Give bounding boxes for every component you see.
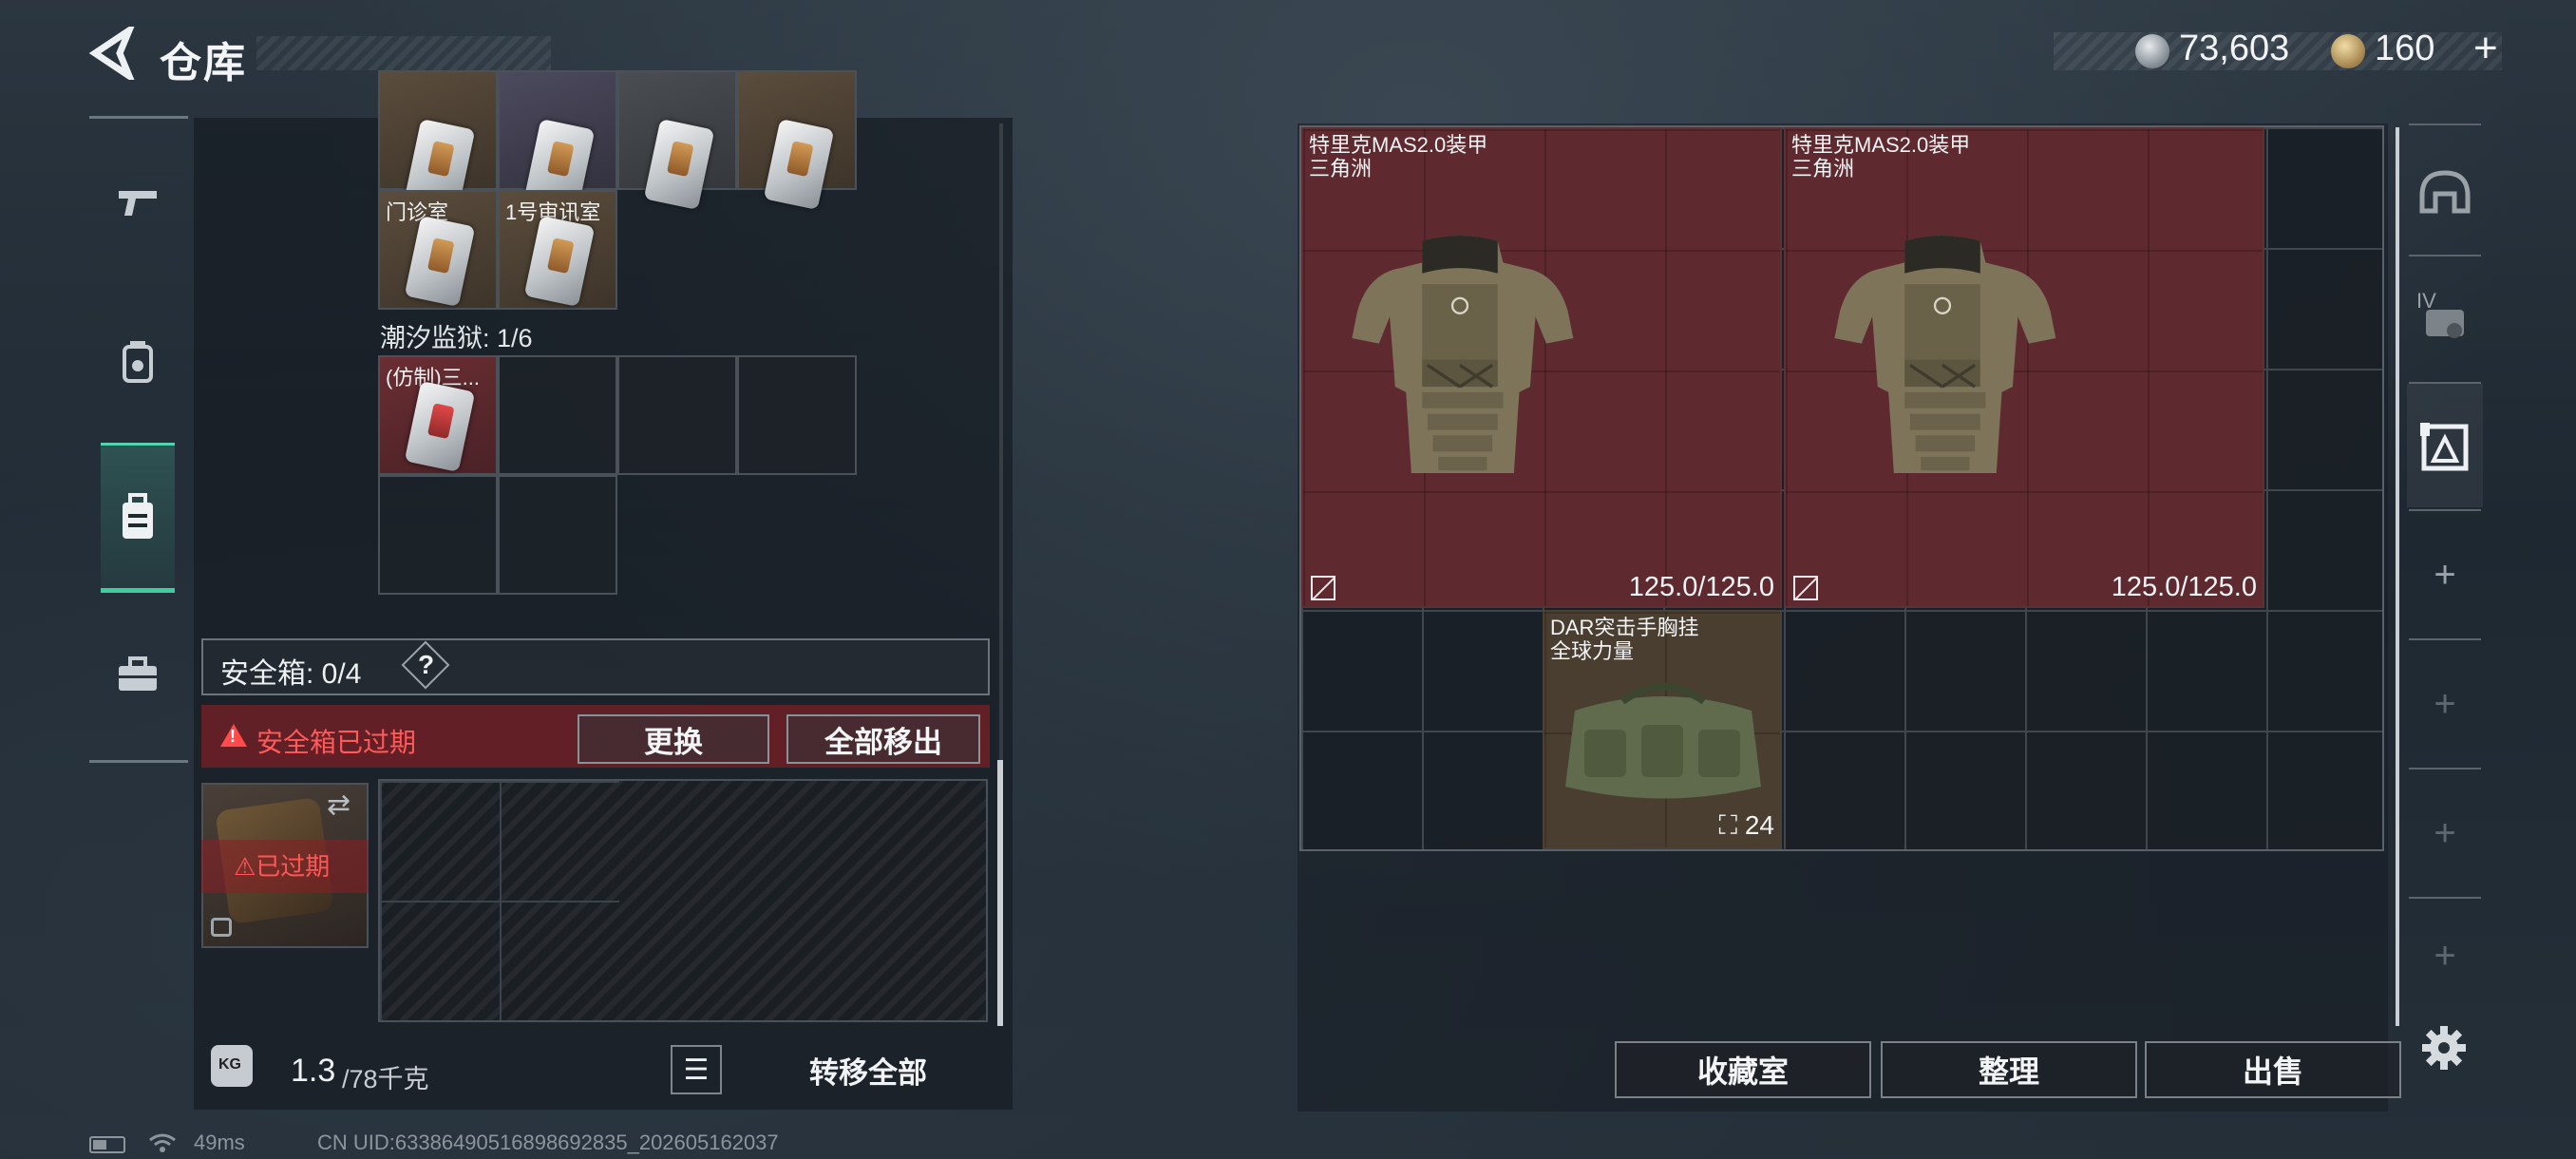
keycard-slot[interactable] [617, 70, 737, 211]
right-nav-chest-rig[interactable] [2409, 384, 2481, 511]
keycard-slot[interactable] [737, 70, 857, 211]
page-title: 仓库 [160, 40, 247, 86]
organize-button[interactable]: 整理 [1881, 1041, 2137, 1098]
sell-button[interactable]: 出售 [2145, 1041, 2401, 1098]
title-decoration [256, 36, 551, 70]
armor-image [1834, 236, 2056, 473]
keycard-slot[interactable] [498, 70, 617, 211]
right-nav-helmet[interactable] [2409, 129, 2481, 256]
right-nav-add-slot[interactable]: + [2409, 640, 2481, 768]
weight-current: 1.3 [291, 1053, 336, 1089]
item-durability: 125.0/125.0 [2111, 572, 2257, 602]
armor-image [1352, 236, 1574, 473]
silver-balance: 73,603 [2179, 28, 2290, 68]
keycard-slot[interactable]: 门诊室 [378, 190, 498, 310]
gold-coin-icon [2331, 34, 2365, 68]
right-nav-add-slot[interactable]: + [2409, 899, 2481, 1013]
keycard-image [404, 380, 476, 473]
wifi-icon [149, 1133, 176, 1152]
battery-level [93, 1140, 106, 1150]
list-icon: ☰ [683, 1054, 710, 1086]
nav-divider [89, 760, 188, 763]
add-currency-button[interactable]: + [2473, 25, 2498, 72]
item-source: 全球力量 [1550, 639, 1635, 663]
capacity-icon: ⛶ [1718, 810, 1745, 840]
silver-coin-icon [2135, 34, 2169, 68]
stash-item-armor[interactable]: 特里克MAS2.0装甲 三角洲 125.0/125.0 [1301, 127, 1782, 608]
capacity-value: 24 [1744, 810, 1774, 840]
empty-slot[interactable] [498, 475, 617, 595]
nav-divider [89, 116, 188, 119]
prison-section-label: 潮汐监狱: 1/6 [380, 324, 533, 352]
briefcase-icon [119, 656, 157, 691]
right-nav-armor-level[interactable]: IV [2409, 256, 2481, 384]
chest-rig-icon [2420, 423, 2469, 471]
replace-button[interactable]: 更换 [578, 714, 769, 764]
ping-value: 49ms [194, 1130, 245, 1154]
back-button[interactable] [87, 21, 137, 86]
chest-rig-image [1565, 683, 1761, 799]
stash-item-chest-rig[interactable]: DAR突击手胸挂 全球力量 ⛶ 24 [1543, 610, 1782, 849]
back-arrow-icon [88, 21, 137, 86]
collection-room-button[interactable]: 收藏室 [1615, 1041, 1871, 1098]
settings-gear-icon[interactable] [2420, 1024, 2468, 1072]
safe-box-expired-text: 安全箱已过期 [256, 728, 417, 757]
keycard-image [404, 215, 476, 308]
stash-item-armor[interactable]: 特里克MAS2.0装甲 三角洲 125.0/125.0 [1784, 127, 2264, 608]
keycard-slot[interactable] [378, 70, 498, 211]
empty-slot[interactable] [378, 475, 498, 595]
weight-icon-label: KG [218, 1056, 241, 1073]
empty-slot[interactable] [737, 355, 857, 475]
inventory-scrollbar[interactable] [997, 760, 1003, 1026]
helmet-icon [2419, 170, 2471, 214]
empty-slot[interactable] [617, 355, 737, 475]
nav-item-gear[interactable] [103, 327, 173, 397]
stash-scrollbar[interactable] [2396, 127, 2399, 1026]
user-uid: CN UID:633864905168986​92835_20260516203… [317, 1130, 779, 1154]
nav-item-weapons[interactable] [103, 167, 173, 238]
swap-icon[interactable]: ⇄ [327, 788, 350, 822]
keycard-slot[interactable]: 1号审讯室 [498, 190, 617, 310]
warning-mark: ! [230, 727, 236, 746]
backpack-icon [123, 493, 153, 539]
no-repair-icon [1793, 576, 1818, 600]
item-name: DAR突击手胸挂 [1550, 616, 1699, 639]
weight-max: /78千克 [342, 1065, 429, 1093]
right-nav-add-slot[interactable]: + [2409, 770, 2481, 897]
safe-box-expired-label: ⚠已过期 [234, 852, 331, 881]
gun-icon [119, 191, 157, 216]
move-all-out-button[interactable]: 全部移出 [786, 714, 980, 764]
safe-box-grid-cells [380, 781, 619, 1020]
help-text: ? [418, 650, 435, 679]
item-capacity: ⛶ 24 [1718, 810, 1774, 840]
list-view-button[interactable]: ☰ [671, 1045, 722, 1094]
lock-icon [211, 918, 232, 937]
keycard-image [523, 215, 596, 308]
keycard-slot[interactable]: (仿制)三... [378, 355, 498, 475]
right-nav-add-slot[interactable]: + [2409, 511, 2481, 638]
nav-item-storage[interactable] [103, 483, 173, 553]
nav-item-toolbox[interactable] [103, 640, 173, 711]
gold-balance: 160 [2375, 28, 2435, 68]
transfer-all-button[interactable]: 转移全部 [735, 1045, 1001, 1094]
item-durability: 125.0/125.0 [1628, 572, 1774, 602]
armor-level-label: IV [2416, 289, 2436, 313]
right-nav-divider [2409, 124, 2481, 125]
vest-icon [123, 341, 153, 383]
no-repair-icon [1311, 576, 1335, 600]
empty-slot[interactable] [498, 355, 617, 475]
safe-box-label: 安全箱: 0/4 [220, 658, 362, 690]
